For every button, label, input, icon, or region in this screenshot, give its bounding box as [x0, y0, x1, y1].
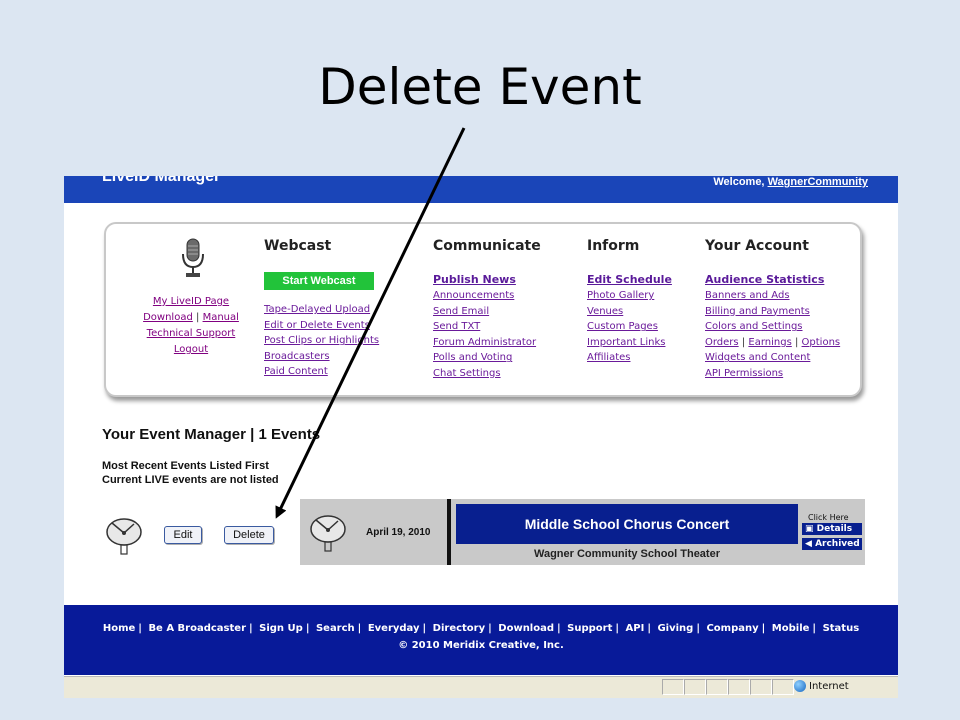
separator: |	[794, 336, 799, 348]
broadcasters-link[interactable]: Broadcasters	[264, 349, 379, 365]
account-heading: Your Account	[705, 238, 809, 254]
send-txt-link[interactable]: Send TXT	[433, 319, 541, 335]
status-cell	[772, 679, 794, 695]
photo-gallery-link[interactable]: Photo Gallery	[587, 288, 672, 304]
separator: |	[741, 336, 746, 348]
footer-link-search[interactable]: Search	[316, 623, 355, 634]
top-bar: LiveID Manager Welcome, WagnerCommunity	[64, 176, 898, 203]
orders-link[interactable]: Orders	[705, 337, 739, 348]
forum-administrator-link[interactable]: Forum Administrator	[433, 335, 541, 351]
footer-link-directory[interactable]: Directory	[433, 623, 485, 634]
download-link[interactable]: Download	[143, 312, 193, 323]
inform-column: Inform Edit Schedule Photo Gallery Venue…	[587, 238, 672, 366]
custom-pages-link[interactable]: Custom Pages	[587, 319, 672, 335]
satellite-dish-icon	[106, 518, 142, 555]
delete-button[interactable]: Delete	[224, 526, 274, 544]
zone-label: Internet	[809, 681, 849, 692]
footer-links: Home | Be A Broadcaster | Sign Up | Search |…	[102, 623, 860, 634]
status-cell	[684, 679, 706, 695]
earnings-link[interactable]: Earnings	[748, 337, 791, 348]
archived-label: Archived	[815, 539, 860, 549]
separator: |	[196, 312, 200, 323]
footer-link-sign-up[interactable]: Sign Up	[259, 623, 303, 634]
browser-status-bar: Internet	[64, 676, 898, 698]
note-recent-first: Most Recent Events Listed First	[102, 460, 269, 472]
welcome-text: Welcome, WagnerCommunity	[713, 176, 868, 188]
welcome-prefix: Welcome,	[713, 176, 768, 188]
manual-link[interactable]: Manual	[203, 312, 239, 323]
colors-settings-link[interactable]: Colors and Settings	[705, 319, 840, 335]
inform-heading: Inform	[587, 238, 640, 254]
orders-row: Orders | Earnings | Options	[705, 335, 840, 351]
edit-button[interactable]: Edit	[164, 526, 202, 544]
tape-delayed-upload-link[interactable]: Tape-Delayed Upload	[264, 302, 379, 318]
status-cell	[662, 679, 684, 695]
webcast-column: Webcast Start Webcast Tape-Delayed Uploa…	[264, 238, 379, 380]
communicate-column: Communicate Publish News Announcements S…	[433, 238, 541, 382]
slide-title: Delete Event	[318, 58, 642, 116]
status-cell	[706, 679, 728, 695]
microphone-icon	[182, 238, 204, 277]
announcements-link[interactable]: Announcements	[433, 288, 541, 304]
event-venue: Wagner Community School Theater	[533, 548, 720, 560]
options-link[interactable]: Options	[802, 337, 841, 348]
browser-screenshot: LiveID Manager Welcome, WagnerCommunity …	[64, 176, 898, 698]
status-cell	[750, 679, 772, 695]
event-date: April 19, 2010	[366, 527, 431, 538]
note-live-not-listed: Current LIVE events are not listed	[102, 474, 279, 486]
footer-link-home[interactable]: Home	[103, 623, 135, 634]
api-permissions-link[interactable]: API Permissions	[705, 366, 840, 382]
globe-icon	[794, 680, 806, 692]
publish-news-link[interactable]: Publish News	[433, 272, 541, 288]
important-links-link[interactable]: Important Links	[587, 335, 672, 351]
username-link[interactable]: WagnerCommunity	[768, 176, 868, 188]
footer: Home | Be A Broadcaster | Sign Up | Search |…	[64, 605, 898, 675]
event-manager-title: Your Event Manager | 1 Events	[102, 426, 321, 443]
footer-link-api[interactable]: API	[626, 623, 645, 634]
divider	[447, 499, 451, 565]
account-column: Your Account Audience Statistics Banners…	[705, 238, 840, 382]
satellite-dish-icon	[310, 515, 346, 552]
audience-statistics-link[interactable]: Audience Statistics	[705, 272, 840, 288]
archived-button[interactable]: ◀ Archived	[802, 538, 862, 550]
event-title[interactable]: Middle School Chorus Concert	[456, 504, 798, 544]
footer-link-mobile[interactable]: Mobile	[772, 623, 810, 634]
polls-voting-link[interactable]: Polls and Voting	[433, 350, 541, 366]
footer-link-support[interactable]: Support	[567, 623, 612, 634]
send-email-link[interactable]: Send Email	[433, 304, 541, 320]
security-zone: Internet	[794, 680, 849, 692]
widgets-content-link[interactable]: Widgets and Content	[705, 350, 840, 366]
edit-delete-events-link[interactable]: Edit or Delete Events	[264, 318, 379, 334]
status-cell	[728, 679, 750, 695]
event-row[interactable]: April 19, 2010 Middle School Chorus Conc…	[300, 499, 865, 565]
chat-settings-link[interactable]: Chat Settings	[433, 366, 541, 382]
technical-support-link[interactable]: Technical Support	[147, 328, 236, 339]
edit-schedule-link[interactable]: Edit Schedule	[587, 272, 672, 288]
details-label: Details	[816, 524, 853, 534]
communicate-heading: Communicate	[433, 238, 541, 254]
post-clips-link[interactable]: Post Clips or Highlights	[264, 333, 379, 349]
footer-link-everyday[interactable]: Everyday	[368, 623, 420, 634]
details-button[interactable]: ▣ Details	[802, 523, 862, 535]
footer-link-company[interactable]: Company	[706, 623, 758, 634]
footer-link-download[interactable]: Download	[498, 623, 554, 634]
main-menu-panel: My LiveID Page Download | Manual Technic…	[104, 222, 862, 397]
copyright: © 2010 Meridix Creative, Inc.	[398, 640, 564, 651]
webcast-heading: Webcast	[264, 238, 332, 254]
affiliates-link[interactable]: Affiliates	[587, 350, 672, 366]
logout-link[interactable]: Logout	[174, 344, 208, 355]
venues-link[interactable]: Venues	[587, 304, 672, 320]
footer-link-be-a-broadcaster[interactable]: Be A Broadcaster	[148, 623, 246, 634]
footer-link-giving[interactable]: Giving	[657, 623, 693, 634]
footer-link-status[interactable]: Status	[823, 623, 860, 634]
left-links: My LiveID Page Download | Manual Technic…	[126, 294, 256, 358]
banners-ads-link[interactable]: Banners and Ads	[705, 288, 840, 304]
click-here-label: Click Here	[808, 513, 849, 522]
paid-content-link[interactable]: Paid Content	[264, 364, 379, 380]
brand-logo[interactable]: LiveID Manager	[102, 176, 220, 186]
event-manager-note: Most Recent Events Listed First Current …	[102, 459, 279, 487]
billing-payments-link[interactable]: Billing and Payments	[705, 304, 840, 320]
my-liveid-page-link[interactable]: My LiveID Page	[153, 296, 229, 307]
start-webcast-button[interactable]: Start Webcast	[264, 272, 374, 290]
